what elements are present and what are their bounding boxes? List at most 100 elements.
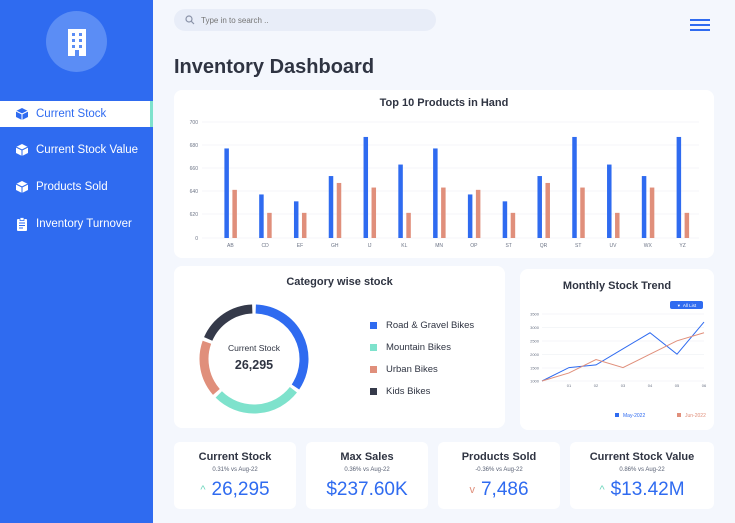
bar	[572, 136, 577, 238]
donut-slice	[204, 304, 253, 341]
x-tick-label: GH	[331, 243, 339, 249]
bar	[441, 187, 446, 238]
search-bar[interactable]	[174, 9, 436, 31]
donut-slice	[215, 386, 297, 414]
kpi-max-sales: Max Sales 0.36% vs Aug-22 $237.60K	[306, 442, 428, 509]
kpi-products-sold: Products Sold -0.36% vs Aug-22 v 7,486	[438, 442, 560, 509]
kpi-subtitle: 0.86% vs Aug-22	[619, 467, 665, 473]
x-tick-label: WX	[644, 243, 653, 249]
sidebar-item-inventory-turnover[interactable]: Inventory Turnover	[0, 211, 153, 237]
x-tick-label: EF	[297, 243, 303, 249]
clipboard-icon	[15, 217, 29, 231]
monthly-trend-card: Monthly Stock Trend ▼ All List 3500 3000 2…	[520, 269, 714, 430]
search-input[interactable]	[201, 15, 401, 25]
x-tick-label: ST	[575, 243, 581, 249]
x-tick-label: IJ	[368, 243, 372, 249]
sidebar: Current Stock Current Stock Value Produc…	[0, 0, 153, 523]
boxes-icon	[15, 107, 29, 121]
bar	[371, 187, 377, 238]
y-tick-label: 2500	[530, 339, 540, 344]
kpi-current-stock: Current Stock 0.31% vs Aug-22 ^ 26,295	[174, 442, 296, 509]
bar	[328, 176, 334, 238]
legend-swatch	[370, 366, 377, 373]
x-tick-label: 04	[648, 383, 653, 388]
bar	[684, 212, 690, 238]
series-line	[541, 321, 705, 382]
x-tick-label: KL	[401, 243, 407, 249]
x-tick-label: 01	[567, 383, 572, 388]
trend-down-icon: v	[469, 484, 475, 496]
kpi-subtitle: 0.36% vs Aug-22	[344, 467, 390, 473]
x-tick-label: QR	[540, 243, 548, 249]
bar	[398, 164, 403, 238]
bar	[224, 148, 229, 238]
bar	[232, 189, 237, 238]
bar	[293, 201, 299, 238]
sidebar-item-current-stock[interactable]: Current Stock	[0, 101, 153, 127]
donut-center-value: 26,295	[234, 358, 274, 372]
x-tick-label: 03	[621, 383, 626, 388]
bar	[475, 189, 481, 238]
bar	[433, 148, 438, 238]
x-tick-label: 02	[594, 383, 599, 388]
kpi-title: Current Stock	[198, 451, 272, 463]
legend-swatch	[370, 388, 377, 395]
donut-center-label: Current Stock	[228, 343, 280, 353]
bar	[510, 212, 516, 238]
y-tick-label: 680	[190, 143, 199, 149]
y-tick-label: 1500	[530, 366, 540, 371]
bar	[649, 187, 655, 238]
bar	[641, 176, 647, 238]
logo[interactable]	[46, 11, 107, 72]
top-products-bar-chart: 700 680 660 640 620 0 AB CD EF GH IJ KL MN OP ST QR ST UV…	[190, 120, 699, 249]
x-tick-label: CD	[262, 243, 270, 249]
legend-swatch	[677, 413, 681, 417]
y-tick-label: 1000	[530, 379, 540, 384]
y-tick-label: 3500	[530, 312, 540, 317]
bar	[537, 176, 542, 238]
bar	[363, 136, 369, 238]
sidebar-item-label: Current Stock Value	[36, 144, 139, 156]
legend-swatch	[615, 413, 619, 417]
bar	[502, 201, 508, 238]
bar	[607, 164, 612, 238]
category-stock-card: Category wise stock Current Stock 26,295…	[174, 266, 505, 428]
kpi-current-stock-value: Current Stock Value 0.86% vs Aug-22 ^ $13…	[570, 442, 714, 509]
sidebar-item-current-stock-value[interactable]: Current Stock Value	[0, 137, 153, 163]
bar	[259, 194, 264, 238]
sidebar-item-products-sold[interactable]: Products Sold	[0, 174, 153, 200]
legend-label: Kids Bikes	[386, 386, 431, 397]
x-tick-label: UV	[610, 243, 618, 249]
kpi-value: 26,295	[211, 479, 270, 500]
legend-swatch	[370, 322, 377, 329]
search-icon	[185, 15, 195, 25]
legend-swatch	[370, 344, 377, 351]
x-tick-label: OP	[470, 243, 478, 249]
hamburger-menu-icon[interactable]	[690, 19, 710, 32]
kpi-title: Current Stock Value	[589, 451, 695, 463]
y-tick-label: 620	[190, 212, 199, 218]
box-value-icon	[15, 143, 29, 157]
x-tick-label: ST	[505, 243, 511, 249]
sidebar-item-label: Current Stock	[36, 108, 107, 120]
legend-label: May-2022	[623, 413, 645, 419]
x-tick-label: 05	[675, 383, 680, 388]
x-tick-label: 06	[702, 383, 707, 388]
x-tick-label: MN	[435, 243, 443, 249]
monthly-trend-line-chart: 3500 3000 2500 2000 1500 1000 01 02 03 04 05 06 May-…	[530, 312, 707, 420]
legend-item: Road & Gravel Bikes	[370, 320, 474, 331]
bar	[301, 212, 307, 238]
trend-up-icon: ^	[200, 484, 206, 496]
legend-label: Road & Gravel Bikes	[386, 320, 475, 331]
top-products-card: Top 10 Products in Hand 700 680 660 640 620 0…	[174, 90, 714, 258]
legend-item: Mountain Bikes	[370, 342, 451, 353]
bar	[406, 212, 411, 238]
y-tick-label: 700	[190, 120, 199, 126]
bar	[467, 194, 473, 238]
bar	[545, 182, 550, 238]
topbar	[153, 0, 735, 41]
kpi-title: Products Sold	[461, 451, 537, 463]
building-icon	[67, 28, 86, 56]
legend-label: Mountain Bikes	[386, 342, 451, 353]
main-content: Inventory Dashboard Top 10 Products in H…	[153, 0, 735, 523]
